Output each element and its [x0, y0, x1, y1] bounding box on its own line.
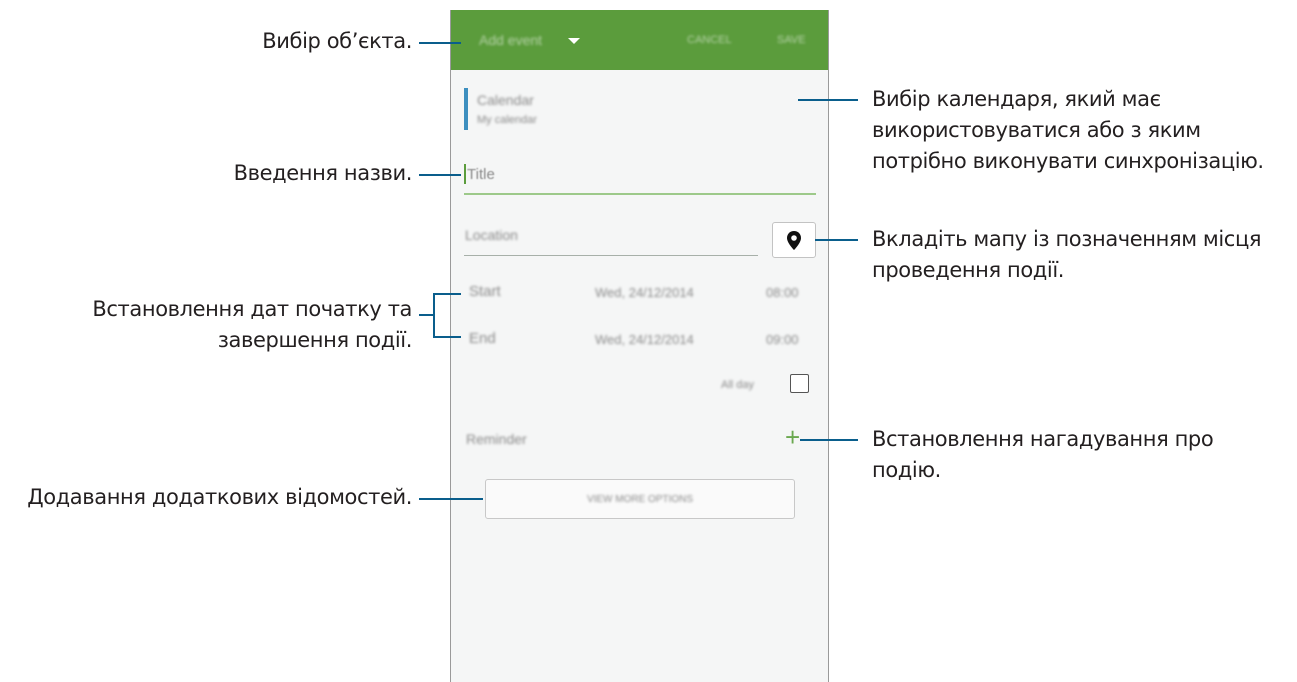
location-input[interactable]: Location — [465, 227, 518, 243]
callout-dates: Встановлення дат початку та завершення п… — [92, 294, 412, 356]
end-time[interactable]: 09:00 — [766, 332, 799, 347]
callout-line-object — [419, 42, 461, 44]
object-selector[interactable]: Add event — [479, 32, 542, 48]
callout-object-select: Вибір об’єкта. — [262, 29, 412, 53]
end-date[interactable]: Wed, 24/12/2014 — [595, 332, 694, 347]
calendar-label[interactable]: Calendar — [477, 92, 534, 108]
callout-map-attach: Вкладіть мапу із позначенням місця прове… — [872, 224, 1261, 286]
save-button[interactable]: SAVE — [777, 34, 806, 46]
callout-calendar-select: Вибір календаря, який має використовуват… — [872, 84, 1264, 177]
top-bar: Add event CANCEL SAVE — [451, 10, 828, 70]
callout-dates-line2: завершення події. — [217, 328, 413, 352]
view-more-options-button[interactable]: VIEW MORE OPTIONS — [485, 479, 795, 519]
dropdown-arrow-icon[interactable] — [568, 38, 580, 44]
callout-dates-line1: Встановлення дат початку та — [92, 297, 412, 321]
start-label: Start — [469, 283, 501, 300]
map-pin-icon — [787, 230, 801, 250]
cancel-button[interactable]: CANCEL — [687, 34, 732, 46]
view-more-options-label: VIEW MORE OPTIONS — [586, 493, 694, 505]
callout-line-more — [419, 498, 483, 500]
callout-calendar-line2: використовуватися або з яким — [872, 118, 1201, 142]
callout-reminder: Встановлення нагадування про подію. — [872, 424, 1214, 486]
map-button[interactable] — [772, 222, 816, 258]
callout-map-line2: проведення події. — [872, 258, 1065, 282]
callout-bracket-dates — [433, 293, 435, 338]
text-cursor — [464, 164, 466, 184]
callout-reminder-line1: Встановлення нагадування про — [872, 427, 1214, 451]
all-day-label: All day — [721, 379, 755, 391]
title-underline — [464, 193, 816, 195]
callout-calendar-line1: Вибір календаря, який має — [872, 87, 1161, 111]
callout-line-end — [433, 336, 461, 338]
callout-line-title — [419, 174, 461, 176]
start-time[interactable]: 08:00 — [766, 285, 799, 300]
end-label: End — [469, 330, 496, 347]
calendar-account[interactable]: My calendar — [477, 114, 537, 126]
calendar-indicator — [464, 88, 468, 130]
location-underline — [464, 255, 758, 256]
start-date[interactable]: Wed, 24/12/2014 — [595, 285, 694, 300]
callout-line-start — [433, 293, 461, 295]
phone-screen: Add event CANCEL SAVE Calendar My calend… — [450, 10, 829, 682]
add-reminder-button[interactable]: + — [785, 424, 800, 450]
callout-line-calendar — [798, 99, 858, 101]
callout-reminder-line2: подію. — [872, 458, 941, 482]
title-input[interactable]: Title — [467, 166, 495, 183]
callout-calendar-line3: потрібно виконувати синхронізацію. — [872, 149, 1264, 173]
callout-line-reminder — [800, 439, 858, 441]
reminder-label: Reminder — [466, 431, 527, 447]
all-day-checkbox[interactable] — [790, 374, 809, 393]
callout-line-dates — [419, 314, 433, 316]
callout-line-map — [815, 239, 858, 241]
callout-more-details: Додавання додаткових відомостей. — [27, 485, 412, 509]
callout-map-line1: Вкладіть мапу із позначенням місця — [872, 227, 1262, 251]
callout-title-input: Введення назви. — [233, 161, 413, 185]
